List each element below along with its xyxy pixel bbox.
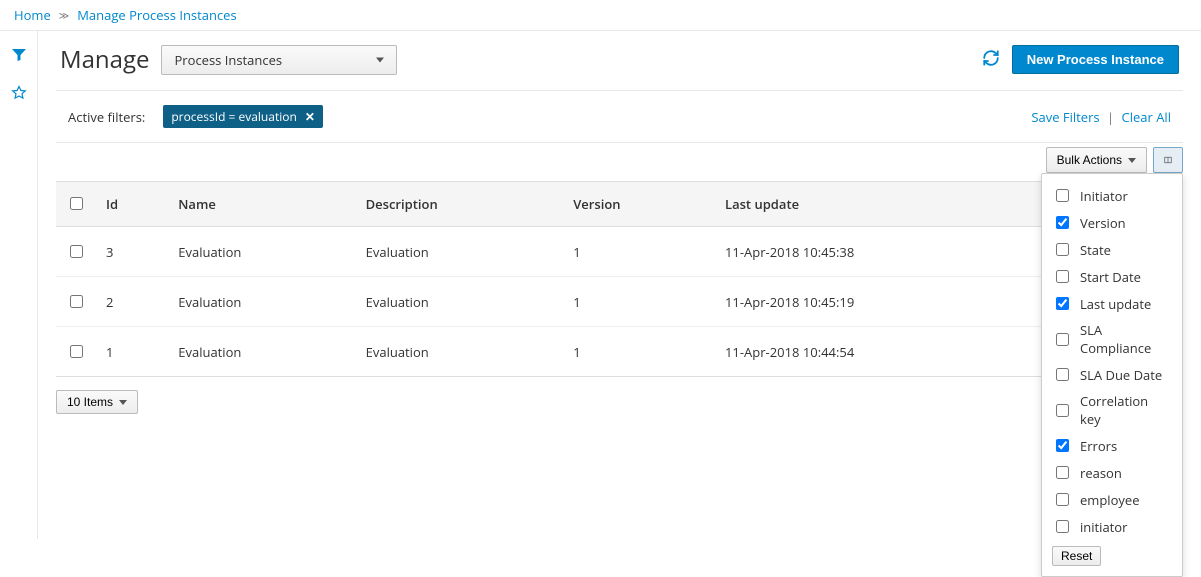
column-option[interactable]: SLA Compliance xyxy=(1052,317,1172,361)
column-option-label: initiator xyxy=(1080,518,1127,536)
process-instances-table: Id Name Description Version Last update … xyxy=(56,181,1183,377)
page-title: Manage xyxy=(60,43,149,76)
cell-description: Evaluation xyxy=(356,327,564,377)
bulk-actions-button[interactable]: Bulk Actions xyxy=(1046,147,1147,173)
row-checkbox[interactable] xyxy=(70,345,83,358)
cell-id: 1 xyxy=(96,327,168,377)
column-option-checkbox[interactable] xyxy=(1056,466,1069,479)
view-selector[interactable]: Process Instances xyxy=(161,45,397,75)
col-id[interactable]: Id xyxy=(96,182,168,227)
column-option[interactable]: Errors xyxy=(1052,432,1172,459)
column-option-label: Errors xyxy=(1080,437,1117,455)
select-all-header xyxy=(56,182,96,227)
column-option-checkbox[interactable] xyxy=(1056,270,1069,283)
column-option-label: Correlation key xyxy=(1080,392,1172,428)
table-row[interactable]: 1EvaluationEvaluation111-Apr-2018 10:44:… xyxy=(56,327,1183,377)
breadcrumb-home[interactable]: Home xyxy=(14,6,51,24)
column-option[interactable]: reason xyxy=(1052,459,1172,486)
column-picker-button[interactable] xyxy=(1153,147,1183,173)
chevron-down-icon xyxy=(1128,158,1136,163)
column-option[interactable]: employee xyxy=(1052,486,1172,513)
column-option-checkbox[interactable] xyxy=(1056,520,1069,533)
cell-name: Evaluation xyxy=(168,277,355,327)
clear-all-link[interactable]: Clear All xyxy=(1122,108,1171,126)
col-name[interactable]: Name xyxy=(168,182,355,227)
reset-columns-button[interactable]: Reset xyxy=(1052,546,1101,566)
new-process-instance-button[interactable]: New Process Instance xyxy=(1012,45,1179,74)
column-option-checkbox[interactable] xyxy=(1056,216,1069,229)
column-option-label: Initiator xyxy=(1080,187,1128,205)
cell-name: Evaluation xyxy=(168,327,355,377)
select-all-checkbox[interactable] xyxy=(70,197,83,210)
column-option-label: employee xyxy=(1080,491,1140,509)
column-option-checkbox[interactable] xyxy=(1056,439,1069,452)
col-last-update[interactable]: Last update xyxy=(715,182,1051,227)
column-option-checkbox[interactable] xyxy=(1056,493,1069,506)
side-rail xyxy=(0,31,38,539)
cell-last-update: 11-Apr-2018 10:45:38 xyxy=(715,227,1051,277)
bulk-actions-label: Bulk Actions xyxy=(1057,153,1122,167)
table-footer: 10 Items « xyxy=(50,377,1189,427)
column-option-label: SLA Compliance xyxy=(1080,321,1172,357)
cell-version: 1 xyxy=(563,227,715,277)
page-header: Manage Process Instances New Process Ins… xyxy=(50,31,1189,90)
active-filters-bar: Active filters: processId = evaluation ✕… xyxy=(50,91,1189,142)
row-checkbox[interactable] xyxy=(70,295,83,308)
star-icon[interactable] xyxy=(11,85,27,105)
column-option-label: SLA Due Date xyxy=(1080,366,1162,384)
column-option[interactable]: Last update xyxy=(1052,290,1172,317)
divider: | xyxy=(1107,108,1114,126)
cell-id: 2 xyxy=(96,277,168,327)
col-description[interactable]: Description xyxy=(356,182,564,227)
cell-name: Evaluation xyxy=(168,227,355,277)
column-option[interactable]: State xyxy=(1052,236,1172,263)
cell-id: 3 xyxy=(96,227,168,277)
column-option-checkbox[interactable] xyxy=(1056,189,1069,202)
chevron-down-icon xyxy=(119,400,127,405)
remove-filter-icon[interactable]: ✕ xyxy=(305,108,315,125)
column-option[interactable]: SLA Due Date xyxy=(1052,361,1172,388)
column-option[interactable]: Correlation key xyxy=(1052,388,1172,432)
breadcrumb-current[interactable]: Manage Process Instances xyxy=(77,6,236,24)
table-toolbar: Bulk Actions InitiatorVersionStateStart … xyxy=(50,143,1189,181)
column-option-checkbox[interactable] xyxy=(1056,404,1069,417)
column-picker-popover: Initiator Version State Start Date Last upda… xyxy=(1041,173,1183,577)
items-per-page-selector[interactable]: 10 Items xyxy=(56,390,138,414)
column-option[interactable]: Version xyxy=(1052,209,1172,236)
column-option[interactable]: initiator xyxy=(1052,513,1172,540)
column-option-label: State xyxy=(1080,241,1111,259)
column-option-checkbox[interactable] xyxy=(1056,333,1069,346)
active-filters-label: Active filters: xyxy=(68,108,145,126)
column-option-label: Start Date xyxy=(1080,268,1141,286)
col-version[interactable]: Version xyxy=(563,182,715,227)
cell-version: 1 xyxy=(563,277,715,327)
cell-description: Evaluation xyxy=(356,277,564,327)
items-per-page-label: 10 Items xyxy=(67,395,113,409)
refresh-icon[interactable] xyxy=(982,49,1000,71)
column-option[interactable]: Start Date xyxy=(1052,263,1172,290)
save-filters-link[interactable]: Save Filters xyxy=(1031,108,1099,126)
column-option-checkbox[interactable] xyxy=(1056,243,1069,256)
breadcrumb-separator: ≫ xyxy=(59,8,69,22)
filter-chip-text: processId = evaluation xyxy=(171,108,297,125)
row-checkbox[interactable] xyxy=(70,245,83,258)
column-option-checkbox[interactable] xyxy=(1056,368,1069,381)
breadcrumb: Home ≫ Manage Process Instances xyxy=(0,0,1201,31)
column-option-label: Version xyxy=(1080,214,1126,232)
column-option-label: Last update xyxy=(1080,295,1151,313)
cell-version: 1 xyxy=(563,327,715,377)
table-row[interactable]: 3EvaluationEvaluation111-Apr-2018 10:45:… xyxy=(56,227,1183,277)
column-option-label: reason xyxy=(1080,464,1122,482)
cell-last-update: 11-Apr-2018 10:45:19 xyxy=(715,277,1051,327)
filter-icon[interactable] xyxy=(11,47,27,67)
cell-description: Evaluation xyxy=(356,227,564,277)
column-option-checkbox[interactable] xyxy=(1056,297,1069,310)
column-option[interactable]: Initiator xyxy=(1052,182,1172,209)
table-row[interactable]: 2EvaluationEvaluation111-Apr-2018 10:45:… xyxy=(56,277,1183,327)
filter-chip: processId = evaluation ✕ xyxy=(163,105,323,128)
cell-last-update: 11-Apr-2018 10:44:54 xyxy=(715,327,1051,377)
